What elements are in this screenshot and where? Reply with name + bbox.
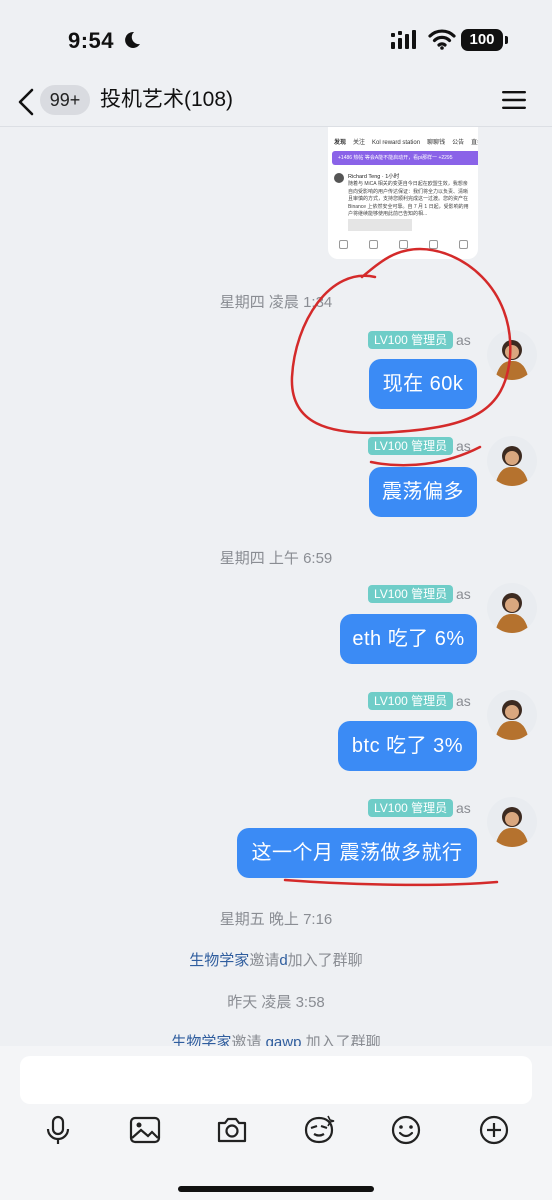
sender-avatar[interactable] <box>487 583 537 633</box>
member-level-badge: LV100 管理员 <box>368 437 454 455</box>
screenshot-tab: 直播 <box>471 140 478 146</box>
screenshot-tab: Kol reward station <box>372 140 421 146</box>
wifi-icon <box>428 29 456 50</box>
screenshot-author: Richard Teng · 1小时 <box>348 174 400 180</box>
battery-tip <box>505 36 508 44</box>
message-bubble[interactable]: 这一个月 震荡做多就行 <box>237 828 477 878</box>
back-chevron-icon[interactable] <box>14 84 38 120</box>
timestamp: 星期四 凌晨 1:34 <box>219 294 333 311</box>
member-level-badge: LV100 管理员 <box>368 331 454 349</box>
screenshot-tab: 聊聊钱 <box>427 140 446 146</box>
screenshot-tabs: 发现关注 Kol reward station 聊聊钱公告直播 <box>334 137 478 146</box>
message-bubble[interactable]: btc 吃了 3% <box>338 721 477 771</box>
sender-name[interactable]: as <box>456 693 471 709</box>
message-list[interactable]: 发现关注 Kol reward station 聊聊钱公告直播 +1486 热帖 等… <box>0 127 552 1047</box>
screenshot-post-text: 随着与 MiCA 相关的变更自今日起在欧盟生效，我想亲自向受影响的用户传达保证：… <box>348 181 469 217</box>
timestamp: 星期四 上午 6:59 <box>219 550 333 567</box>
member-level-badge: LV100 管理员 <box>368 585 454 603</box>
nav-icon <box>458 239 468 249</box>
avatar-illustration <box>495 700 529 740</box>
system-notice: 生物学家邀请d加入了群聊 <box>0 949 552 970</box>
moon-icon <box>125 31 140 48</box>
screenshot-tab: 公告 <box>452 140 465 146</box>
message-bubble[interactable]: eth 吃了 6% <box>340 614 477 664</box>
screenshot-banner: +1486 热帖 等会A能不能启动开，看pi那样一 +2295 <box>332 151 478 165</box>
member-level-badge: LV100 管理员 <box>368 692 454 710</box>
screenshot-thumbnail <box>348 219 412 231</box>
message-input[interactable] <box>20 1056 532 1104</box>
chat-header: 99+ 投机艺术(108) <box>0 80 552 127</box>
camera-icon[interactable] <box>214 1112 250 1148</box>
message-bubble[interactable]: 震荡偏多 <box>369 467 477 517</box>
screenshot-tab: 关注 <box>353 140 366 146</box>
notice-verb: 邀请 <box>249 952 280 969</box>
menu-icon[interactable] <box>502 88 526 112</box>
microphone-icon[interactable] <box>40 1112 76 1148</box>
cellular-signal-icon <box>391 30 416 49</box>
shared-screenshot-message[interactable]: 发现关注 Kol reward station 聊聊钱公告直播 +1486 热帖 等… <box>328 127 478 259</box>
sender-name[interactable]: as <box>456 438 471 454</box>
sender-avatar[interactable] <box>487 797 537 847</box>
sticker-icon[interactable] <box>301 1112 337 1148</box>
timestamp: 星期五 晚上 7:16 <box>219 911 333 928</box>
sender-avatar[interactable] <box>487 436 537 486</box>
image-icon[interactable] <box>127 1112 163 1148</box>
status-time: 9:54 <box>68 28 115 53</box>
screenshot-tab: 发现 <box>334 140 347 146</box>
sender-name[interactable]: as <box>456 586 471 602</box>
emoji-icon[interactable] <box>388 1112 424 1148</box>
nav-icon <box>368 239 378 249</box>
status-bar: 9:54 100 <box>0 0 552 80</box>
battery-indicator: 100 <box>461 29 503 51</box>
input-bar <box>0 1046 552 1200</box>
group-title[interactable]: 投机艺术(108) <box>100 85 233 115</box>
unread-count-badge[interactable]: 99+ <box>40 85 90 115</box>
avatar-illustration <box>495 807 529 847</box>
member-level-badge: LV100 管理员 <box>368 799 454 817</box>
avatar-illustration <box>495 446 529 486</box>
screenshot-nav <box>328 235 478 253</box>
invitee-link[interactable]: d <box>279 952 287 969</box>
avatar-illustration <box>495 593 529 633</box>
message-bubble[interactable]: 现在 60k <box>369 359 477 409</box>
inviter-link[interactable]: 生物学家 <box>189 952 249 969</box>
plus-icon[interactable] <box>476 1112 512 1148</box>
notice-text: 加入了群聊 <box>287 952 363 969</box>
nav-icon <box>428 239 438 249</box>
timestamp: 昨天 凌晨 3:58 <box>227 994 325 1011</box>
avatar-illustration <box>495 340 529 380</box>
nav-icon <box>338 239 348 249</box>
nav-icon <box>398 239 408 249</box>
screenshot-author-avatar <box>334 173 344 183</box>
system-notice: 生物学家邀请 gawp 加入了群聊 <box>0 1031 552 1047</box>
sender-name[interactable]: as <box>456 800 471 816</box>
sender-name[interactable]: as <box>456 332 471 348</box>
sender-avatar[interactable] <box>487 330 537 380</box>
sender-avatar[interactable] <box>487 690 537 740</box>
home-indicator[interactable] <box>178 1186 374 1192</box>
